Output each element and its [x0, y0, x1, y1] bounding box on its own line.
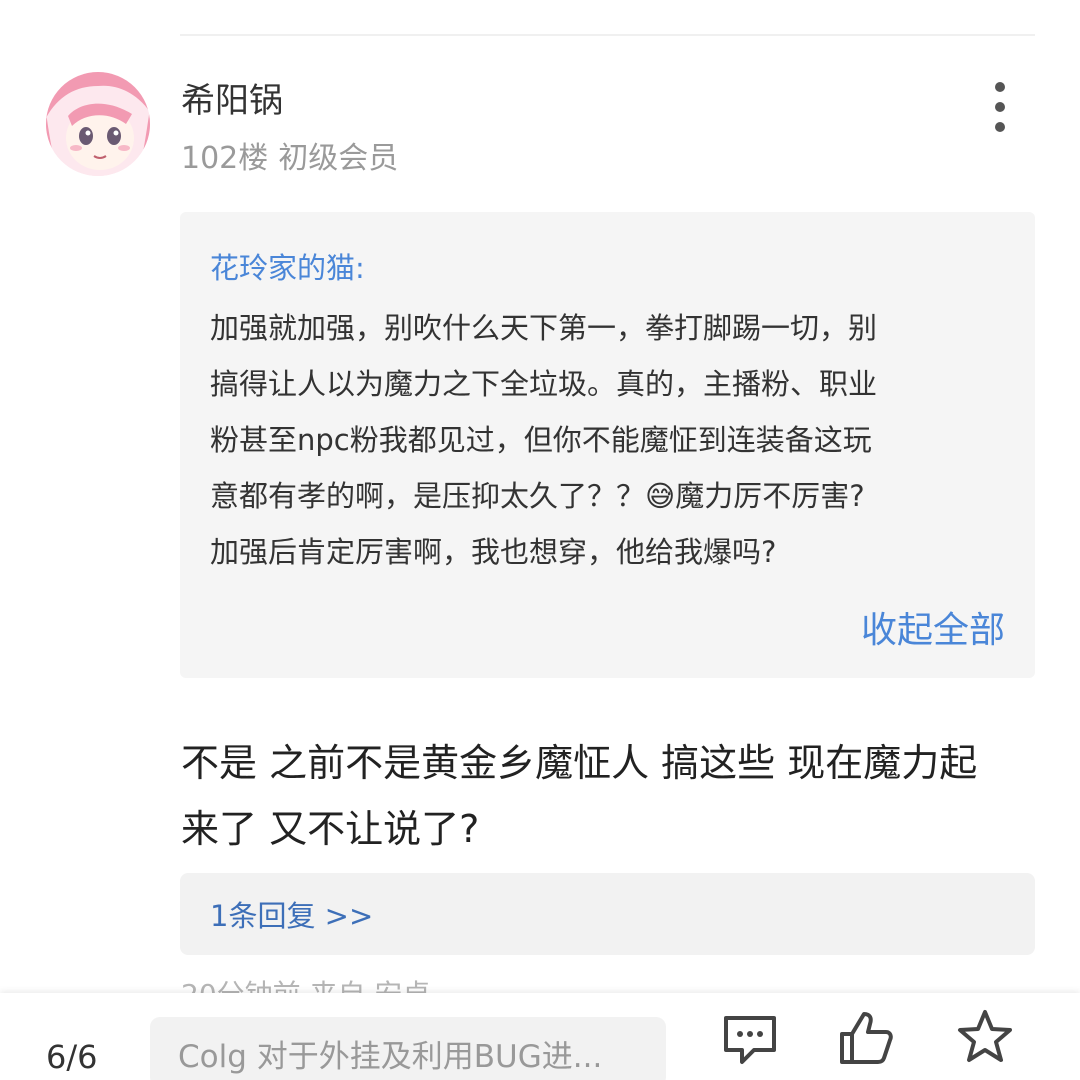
comment-icon[interactable] — [720, 1008, 780, 1068]
page-indicator[interactable]: 6/6 — [46, 1037, 98, 1077]
star-icon[interactable] — [955, 1008, 1015, 1068]
quote-text: 加强就加强，别吹什么天下第一，拳打脚踢一切，别 搞得让人以为魔力之下全垃圾。真的… — [210, 311, 878, 569]
avatar[interactable] — [46, 72, 150, 176]
reply-text: 不是 之前不是黄金乡魔怔人 搞这些 现在魔力起 来了 又不让说了? — [181, 741, 978, 851]
quoted-comment: 花玲家的猫: 加强就加强，别吹什么天下第一，拳打脚踢一切，别 搞得让人以为魔力之… — [180, 212, 1035, 678]
floor-number: 102楼 — [181, 141, 269, 176]
post-meta: 102楼 初级会员 — [181, 138, 408, 180]
sub-replies-button[interactable]: 1条回复 >> — [180, 873, 1035, 955]
more-vertical-icon[interactable] — [982, 82, 1018, 132]
sub-replies-label: 1条回复 >> — [210, 899, 374, 933]
username[interactable]: 希阳锅 — [181, 78, 283, 124]
like-icon[interactable] — [836, 1008, 896, 1068]
divider — [180, 34, 1035, 36]
quote-author[interactable]: 花玲家的猫: — [210, 248, 1005, 288]
comment-input[interactable]: Colg 对于外挂及利用BUG进... — [150, 1017, 666, 1080]
avatar-image — [46, 72, 150, 176]
collapse-all-link[interactable]: 收起全部 — [861, 606, 1005, 656]
post-detail-page: 希阳锅 102楼 初级会员 花玲家的猫: 加强就加强，别吹什么天下第一，拳打脚踢一… — [0, 0, 1080, 1080]
member-level: 初级会员 — [278, 141, 399, 176]
